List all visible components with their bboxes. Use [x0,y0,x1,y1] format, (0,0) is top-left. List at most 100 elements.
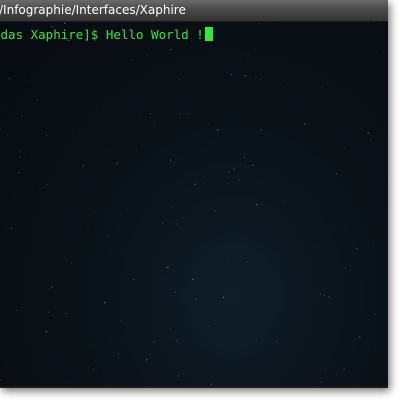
star-dot [65,312,67,314]
star-dot [358,336,361,338]
star-dot [344,147,346,149]
star-dot [169,159,172,161]
star-dot [283,201,285,203]
star-dot [226,263,229,265]
star-dot [131,59,133,62]
star-dot [174,337,176,339]
star-dot [154,125,155,127]
star-dot [70,262,72,264]
star-dot [29,344,31,345]
star-dot [233,168,235,170]
star-dot [46,183,48,186]
star-dot [133,278,135,281]
star-dot [321,86,323,88]
star-dot [343,368,345,370]
star-dot [273,26,274,28]
star-dot [260,79,262,81]
star-dot [64,22,66,24]
star-dot [169,48,172,51]
star-dot [156,103,158,105]
star-dot [176,223,178,226]
star-dot [254,341,256,343]
terminal-area[interactable]: idas Xaphire]$ Hello World ! [0,22,388,388]
star-dot [0,379,3,381]
star-dot [24,151,26,153]
star-dot [139,113,141,115]
window-titlebar[interactable]: /Infographie/Interfaces/Xaphire [0,0,388,22]
star-dot [283,80,285,81]
star-dot [146,54,149,56]
star-dot [379,23,381,25]
star-dot [98,195,99,196]
star-dot [179,113,182,115]
star-dot [241,53,243,55]
star-dot [51,286,53,288]
star-dot [240,58,241,59]
star-dot [187,113,189,115]
star-dot [244,74,247,77]
star-dot [181,182,183,184]
star-dot [162,222,164,225]
star-dot [211,142,213,144]
prompt-line: idas Xaphire]$ Hello World ! [0,27,213,43]
star-dot [319,293,322,295]
star-dot [280,138,282,140]
star-dot [48,287,51,290]
star-dot [165,277,168,280]
star-dot [311,172,312,174]
star-dot [133,252,135,254]
star-dot [336,173,338,175]
star-dot [345,267,347,269]
star-dot [260,129,263,132]
star-dot [210,383,213,385]
star-dot [230,73,232,76]
star-dot [153,341,155,343]
star-dot [15,309,18,312]
star-dot [276,340,278,342]
command-text: Hello World ! [105,27,204,42]
star-dot [120,320,122,322]
shell-prompt: idas Xaphire]$ [0,27,106,42]
star-dot [304,123,306,125]
star-dot [254,49,256,51]
star-dot [87,228,89,230]
star-dot [378,381,380,383]
star-dot [254,77,257,80]
star-dot [6,134,9,137]
star-dot [207,123,209,125]
star-dot [207,325,210,327]
star-dot [370,140,372,142]
star-dot [101,107,104,110]
star-dot [215,229,217,230]
star-dot [371,209,373,211]
star-dot [103,371,104,373]
star-dot [236,162,238,163]
star-dot [253,24,255,26]
star-dot [106,235,108,237]
star-dot [57,82,59,84]
star-dot [315,246,317,248]
star-dot [204,175,206,177]
star-dot [106,150,108,152]
star-dot [31,74,33,75]
star-dot [217,129,219,131]
star-dot [171,206,173,208]
star-dot [45,330,48,333]
star-dot [117,353,120,355]
star-dot [174,291,176,293]
star-dot [320,381,323,384]
star-dot [8,77,11,80]
star-dot [277,255,279,257]
star-dot [27,80,28,82]
star-dot [177,375,179,377]
star-dot [259,22,261,24]
star-dot [41,203,43,205]
star-dot [136,149,137,151]
star-dot [328,296,330,298]
star-dot [171,222,173,224]
star-dot [244,157,246,159]
star-dot [222,296,225,299]
star-dot [185,173,186,175]
star-dot [323,294,325,297]
star-dot [82,165,85,167]
